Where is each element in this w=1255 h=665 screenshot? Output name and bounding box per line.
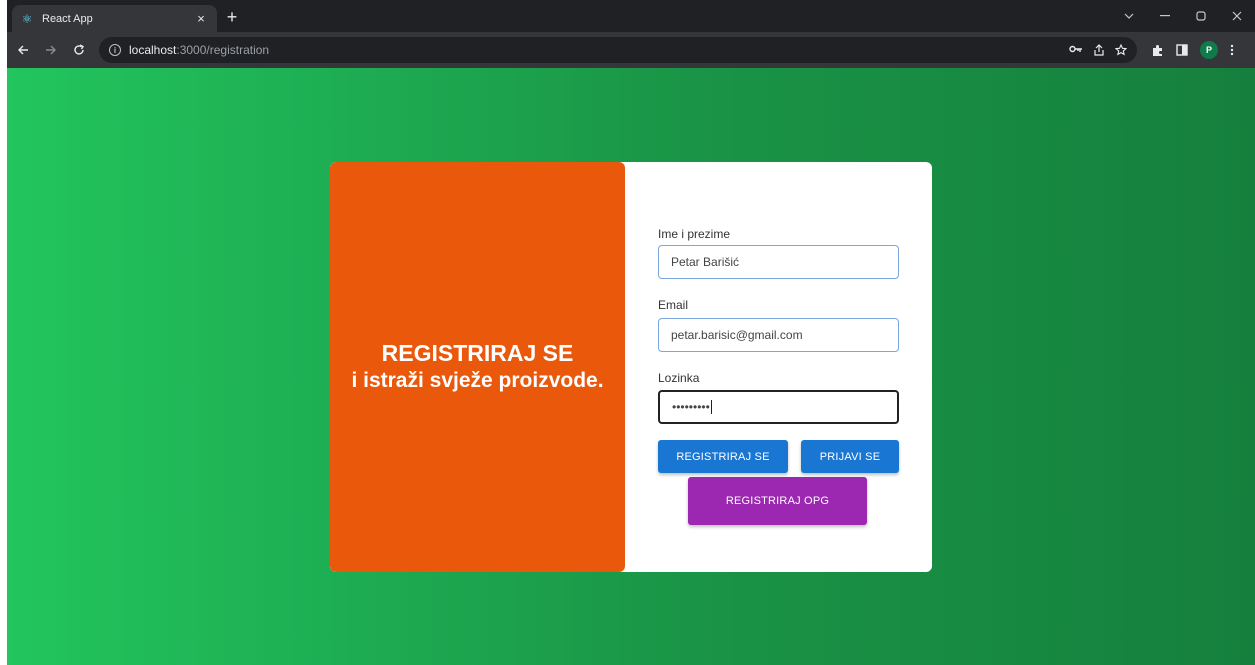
puzzle-icon[interactable]	[1151, 44, 1164, 57]
browser-toolbar: i localhost:3000/registration P	[7, 32, 1255, 68]
forward-arrow-icon[interactable]	[39, 38, 63, 62]
register-button[interactable]: REGISTRIRAJ SE	[658, 440, 788, 473]
extension-area: P	[1151, 41, 1234, 59]
back-arrow-icon[interactable]	[11, 38, 35, 62]
info-icon[interactable]: i	[109, 44, 121, 56]
email-label: Email	[658, 298, 689, 312]
maximize-icon[interactable]	[1183, 0, 1219, 32]
browser-chrome: ⚛ React App × + i localhost:3000/registr…	[7, 0, 1255, 68]
email-field[interactable]: petar.barisic@gmail.com	[658, 318, 899, 352]
page-viewport: REGISTRIRAJ SE i istraži svježe proizvod…	[7, 68, 1255, 665]
omnibox-actions	[1069, 44, 1127, 56]
new-tab-button[interactable]: +	[221, 6, 243, 28]
hero-title: REGISTRIRAJ SE	[381, 340, 574, 366]
window-controls	[1111, 0, 1255, 32]
name-value: Petar Barišić	[671, 255, 740, 269]
tab-strip: ⚛ React App × +	[7, 0, 1255, 32]
tab-close-icon[interactable]: ×	[193, 11, 209, 26]
minimize-icon[interactable]	[1147, 0, 1183, 32]
name-label: Ime i prezime	[658, 227, 731, 241]
react-favicon-icon: ⚛	[21, 11, 33, 26]
browser-tab[interactable]: ⚛ React App ×	[12, 5, 217, 32]
name-field[interactable]: Petar Barišić	[658, 245, 899, 279]
screen: ⚛ React App × + i localhost:3000/registr…	[0, 0, 1255, 665]
password-label: Lozinka	[658, 371, 700, 385]
login-button[interactable]: PRIJAVI SE	[801, 440, 899, 473]
url-host: localhost	[129, 43, 177, 57]
key-icon[interactable]	[1069, 44, 1083, 54]
hero-panel: REGISTRIRAJ SE i istraži svježe proizvod…	[330, 162, 625, 572]
registration-form: Ime i prezime Petar Barišić Email petar.…	[625, 162, 932, 572]
password-field[interactable]: •••••••••	[658, 390, 899, 424]
chevron-down-icon[interactable]	[1111, 0, 1147, 32]
tab-title: React App	[42, 12, 93, 25]
close-window-icon[interactable]	[1219, 0, 1255, 32]
share-icon[interactable]	[1093, 44, 1105, 56]
address-bar[interactable]: i localhost:3000/registration	[99, 37, 1137, 63]
hero-subtitle: i istraži svježe proizvode.	[351, 369, 604, 392]
url-path: :3000/registration	[176, 43, 270, 57]
reload-icon[interactable]	[67, 38, 91, 62]
registration-card: REGISTRIRAJ SE i istraži svježe proizvod…	[330, 162, 932, 572]
profile-avatar[interactable]: P	[1200, 41, 1218, 59]
url-text: localhost:3000/registration	[129, 43, 269, 57]
register-opg-button[interactable]: REGISTRIRAJ OPG	[688, 477, 867, 525]
star-icon[interactable]	[1115, 44, 1127, 56]
text-caret	[710, 400, 712, 414]
more-vertical-icon[interactable]	[1230, 44, 1234, 56]
sidebar-icon[interactable]	[1176, 44, 1188, 56]
password-value: •••••••••	[672, 400, 710, 414]
email-value: petar.barisic@gmail.com	[671, 328, 803, 342]
